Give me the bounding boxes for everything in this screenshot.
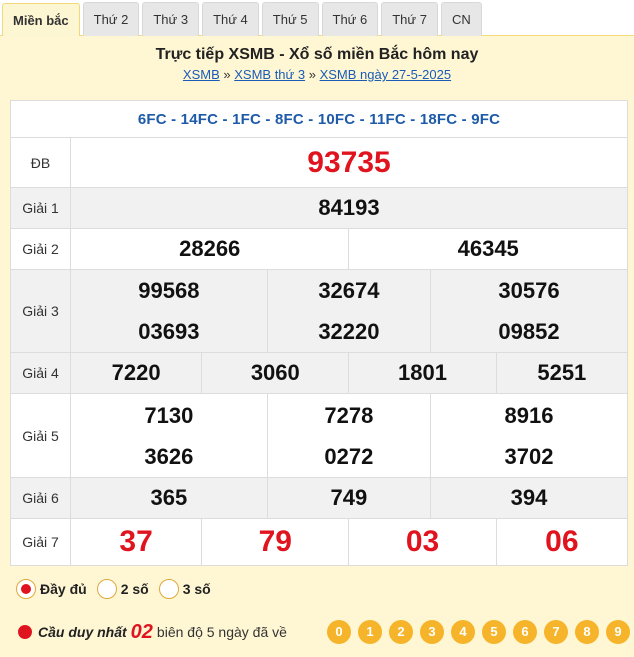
- fifth-prize-number: 3626: [144, 444, 193, 469]
- result-header: Trực tiếp XSMB - Xổ số miền Bắc hôm nay …: [0, 36, 634, 92]
- third-prize-number: 30576: [498, 278, 559, 303]
- third-prize-number: 32220: [318, 319, 379, 344]
- fourth-prize-number: 3060: [251, 360, 300, 385]
- breadcrumb: XSMB » XSMB thứ 3 » XSMB ngày 27-5-2025: [0, 67, 634, 82]
- fourth-prize-number: 5251: [537, 360, 586, 385]
- digit-ball[interactable]: 6: [513, 620, 537, 644]
- first-prize-number: 84193: [318, 195, 379, 220]
- prize-label-g3: Giải 3: [11, 270, 71, 353]
- fifth-prize-number: 7278: [324, 403, 373, 428]
- breadcrumb-separator: »: [309, 67, 316, 82]
- option-2-digits[interactable]: 2 số: [97, 579, 149, 599]
- prize-label-db: ĐB: [11, 138, 71, 188]
- digit-ball[interactable]: 1: [358, 620, 382, 644]
- special-prize-number: 93735: [307, 146, 390, 179]
- breadcrumb-separator: »: [223, 67, 230, 82]
- digit-filter: 0 1 2 3 4 5 6 7 8 9: [320, 620, 630, 644]
- breadcrumb-xsmb-thu-3[interactable]: XSMB thứ 3: [234, 67, 305, 82]
- tab-thu-6[interactable]: Thứ 6: [322, 2, 379, 36]
- radio-icon[interactable]: [97, 579, 117, 599]
- seventh-prize-number: 79: [259, 525, 292, 558]
- radio-icon[interactable]: [159, 579, 179, 599]
- fifth-prize-number: 7130: [144, 403, 193, 428]
- display-options: Đầy đủ 2 số 3 số: [10, 571, 628, 607]
- second-prize-number: 28266: [179, 236, 240, 261]
- fourth-prize-number: 7220: [112, 360, 161, 385]
- radio-selected-icon[interactable]: [16, 579, 36, 599]
- option-full[interactable]: Đầy đủ: [16, 579, 87, 599]
- cau-pick-number: 02: [131, 621, 153, 644]
- prize-codes: 6FC - 14FC - 1FC - 8FC - 10FC - 11FC - 1…: [11, 101, 628, 138]
- fourth-prize-number: 1801: [398, 360, 447, 385]
- option-full-label: Đầy đủ: [40, 581, 87, 597]
- seventh-prize-number: 03: [406, 525, 439, 558]
- prize-label-g1: Giải 1: [11, 188, 71, 229]
- tab-cn[interactable]: CN: [441, 2, 482, 36]
- digit-ball[interactable]: 2: [389, 620, 413, 644]
- second-prize-number: 46345: [458, 236, 519, 261]
- fifth-prize-number: 3702: [505, 444, 554, 469]
- third-prize-number: 99568: [138, 278, 199, 303]
- tab-thu-5[interactable]: Thứ 5: [262, 2, 319, 36]
- tab-mien-bac[interactable]: Miền bắc: [2, 3, 80, 37]
- breadcrumb-xsmb[interactable]: XSMB: [183, 67, 220, 82]
- tab-thu-2[interactable]: Thứ 2: [83, 2, 140, 36]
- prize-label-g7: Giải 7: [11, 519, 71, 566]
- prize-label-g2: Giải 2: [11, 229, 71, 270]
- cau-description: biên độ 5 ngày đã về: [157, 624, 287, 640]
- prize-label-g6: Giải 6: [11, 478, 71, 519]
- fifth-prize-number: 8916: [505, 403, 554, 428]
- digit-ball[interactable]: 0: [327, 620, 351, 644]
- digit-ball[interactable]: 5: [482, 620, 506, 644]
- bullet-icon: [18, 625, 32, 639]
- third-prize-number: 09852: [498, 319, 559, 344]
- breadcrumb-xsmb-date[interactable]: XSMB ngày 27-5-2025: [320, 67, 452, 82]
- fifth-prize-number: 0272: [324, 444, 373, 469]
- option-2-digits-label: 2 số: [121, 581, 149, 597]
- option-3-digits-label: 3 số: [183, 581, 211, 597]
- third-prize-number: 03693: [138, 319, 199, 344]
- tab-thu-4[interactable]: Thứ 4: [202, 2, 259, 36]
- prize-label-g5: Giải 5: [11, 394, 71, 478]
- digit-ball[interactable]: 9: [606, 620, 630, 644]
- digit-ball[interactable]: 4: [451, 620, 475, 644]
- sixth-prize-number: 394: [511, 485, 548, 510]
- seventh-prize-number: 06: [545, 525, 578, 558]
- page-title: Trực tiếp XSMB - Xổ số miền Bắc hôm nay: [0, 46, 634, 64]
- digit-ball[interactable]: 7: [544, 620, 568, 644]
- cau-line: Cầu duy nhất 02 biên độ 5 ngày đã về 0 1…: [10, 612, 634, 652]
- third-prize-number: 32674: [318, 278, 379, 303]
- sixth-prize-number: 749: [331, 485, 368, 510]
- digit-ball[interactable]: 8: [575, 620, 599, 644]
- cau-lead: Cầu duy nhất: [38, 624, 127, 640]
- seventh-prize-number: 37: [119, 525, 152, 558]
- option-3-digits[interactable]: 3 số: [159, 579, 211, 599]
- region-tabs: Miền bắc Thứ 2 Thứ 3 Thứ 4 Thứ 5 Thứ 6 T…: [0, 0, 634, 36]
- digit-ball[interactable]: 3: [420, 620, 444, 644]
- tab-thu-7[interactable]: Thứ 7: [381, 2, 438, 36]
- sixth-prize-number: 365: [151, 485, 188, 510]
- prize-label-g4: Giải 4: [11, 353, 71, 394]
- result-table: 6FC - 14FC - 1FC - 8FC - 10FC - 11FC - 1…: [10, 100, 628, 566]
- tab-thu-3[interactable]: Thứ 3: [142, 2, 199, 36]
